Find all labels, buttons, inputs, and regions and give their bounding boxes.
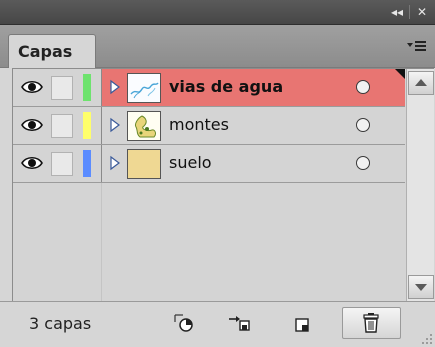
- eye-icon[interactable]: [21, 116, 43, 134]
- panel-menu-icon[interactable]: [407, 38, 427, 54]
- chevron-up-icon: [415, 79, 427, 86]
- layer-name[interactable]: vias de agua: [169, 77, 283, 96]
- layer-row[interactable]: vias de agua: [13, 69, 405, 107]
- layer-info[interactable]: vias de agua: [102, 69, 405, 106]
- layer-color-swatch: [83, 112, 91, 139]
- delete-layer-button[interactable]: [342, 307, 401, 339]
- double-chevron-left-icon[interactable]: ◂◂: [388, 4, 406, 20]
- lock-toggle[interactable]: [51, 76, 73, 100]
- locate-object-icon[interactable]: [171, 311, 197, 335]
- scroll-down-button[interactable]: [408, 275, 434, 299]
- layer-color-swatch: [83, 74, 91, 101]
- layer-name[interactable]: montes: [169, 115, 229, 134]
- layer-info[interactable]: suelo: [102, 145, 405, 182]
- lock-toggle[interactable]: [51, 114, 73, 138]
- layer-name[interactable]: suelo: [169, 153, 212, 172]
- chevron-down-icon: [415, 284, 427, 291]
- make-clipping-mask-icon[interactable]: [227, 311, 253, 335]
- water-thumbnail: [127, 73, 161, 103]
- titlebar-divider: [409, 5, 410, 19]
- soil-thumbnail: [127, 149, 161, 179]
- column-divider: [101, 183, 102, 301]
- resize-grip-icon[interactable]: [419, 331, 433, 345]
- expand-triangle-icon[interactable]: [109, 79, 121, 95]
- layer-info[interactable]: montes: [102, 107, 405, 144]
- layers-panel: ◂◂ ✕ Capas vias de agua montes suelo 3 c…: [0, 0, 435, 347]
- layer-count: 3 capas: [29, 314, 92, 333]
- mountains-thumbnail: [127, 111, 161, 141]
- tab-label: Capas: [18, 42, 73, 61]
- eye-icon[interactable]: [21, 78, 43, 96]
- lock-toggle[interactable]: [51, 152, 73, 176]
- vertical-scrollbar[interactable]: [406, 69, 434, 301]
- close-icon[interactable]: ✕: [413, 4, 431, 20]
- layer-row[interactable]: suelo: [13, 145, 405, 183]
- trash-icon: [363, 313, 379, 333]
- target-circle-icon[interactable]: [356, 156, 370, 170]
- expand-triangle-icon[interactable]: [109, 155, 121, 171]
- scroll-up-button[interactable]: [408, 71, 434, 95]
- target-circle-icon[interactable]: [356, 118, 370, 132]
- expand-triangle-icon[interactable]: [109, 117, 121, 133]
- new-sublayer-icon[interactable]: [290, 311, 316, 335]
- layer-color-swatch: [83, 150, 91, 177]
- target-circle-icon[interactable]: [356, 80, 370, 94]
- selection-corner-indicator: [395, 69, 405, 79]
- tab-capas[interactable]: Capas: [8, 34, 96, 68]
- eye-icon[interactable]: [21, 154, 43, 172]
- panel-titlebar: ◂◂ ✕: [0, 0, 435, 25]
- layer-row[interactable]: montes: [13, 107, 405, 145]
- panel-footer: 3 capas: [0, 301, 435, 347]
- panel-tabbar: Capas: [0, 25, 435, 68]
- layers-list: vias de agua montes suelo: [12, 68, 434, 302]
